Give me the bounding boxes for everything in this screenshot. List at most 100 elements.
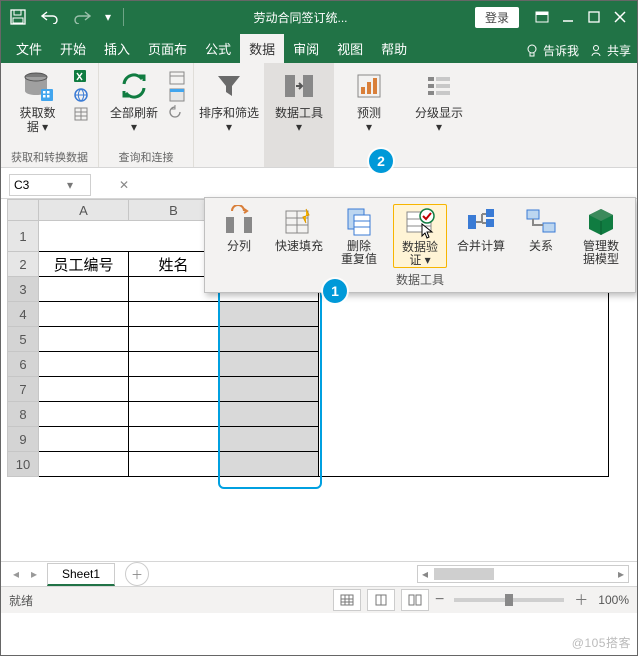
data-tools-flyout: 分列 快速填充 删除 重复值 数据验 证 ▾ [204, 197, 636, 293]
view-normal-button[interactable] [333, 589, 361, 611]
callout-badge-1: 1 [323, 279, 347, 303]
cell-b10[interactable] [129, 452, 219, 477]
share-button[interactable]: 共享 [589, 42, 631, 59]
refresh-all-button[interactable]: 全部刷新 ▾ [105, 67, 163, 134]
cell-c4[interactable] [219, 302, 319, 327]
tab-file[interactable]: 文件 [7, 34, 51, 63]
forecast-label: 预测 ▾ [349, 106, 389, 134]
cell-a9[interactable] [39, 427, 129, 452]
data-validation-label: 数据验 证 ▾ [402, 241, 438, 267]
cell-b6[interactable] [129, 352, 219, 377]
ribbon-display-options-icon[interactable] [529, 4, 555, 30]
row-header-3[interactable]: 3 [8, 277, 39, 302]
flash-fill-button[interactable]: 快速填充 [273, 204, 325, 253]
horizontal-scrollbar[interactable]: ◂ ▸ [417, 565, 629, 583]
cell-c8[interactable] [219, 402, 319, 427]
cell-a2[interactable]: 员工编号 [39, 252, 129, 277]
remove-duplicates-button[interactable]: 删除 重复值 [333, 204, 385, 266]
cell-c9[interactable] [219, 427, 319, 452]
cell-a7[interactable] [39, 377, 129, 402]
cell-c6[interactable] [219, 352, 319, 377]
status-bar: 就绪 − ＋ 100% [1, 586, 637, 613]
zoom-out-button[interactable]: − [435, 594, 444, 606]
cell-a5[interactable] [39, 327, 129, 352]
save-icon[interactable] [5, 4, 31, 30]
sheet-nav-next[interactable]: ▸ [25, 567, 43, 581]
data-tools-button[interactable]: 数据工具 ▾ [270, 67, 328, 134]
zoom-in-button[interactable]: ＋ [574, 590, 588, 610]
maximize-button[interactable] [581, 4, 607, 30]
login-button[interactable]: 登录 [475, 7, 519, 28]
row-header-10[interactable]: 10 [8, 452, 39, 477]
cell-a6[interactable] [39, 352, 129, 377]
tab-home[interactable]: 开始 [51, 34, 95, 63]
view-page-layout-button[interactable] [367, 589, 395, 611]
sheet-tab-1[interactable]: Sheet1 [47, 563, 115, 586]
row-header-5[interactable]: 5 [8, 327, 39, 352]
tab-page-layout[interactable]: 页面布 [139, 34, 196, 63]
row-header-6[interactable]: 6 [8, 352, 39, 377]
zoom-level[interactable]: 100% [598, 593, 629, 607]
forecast-icon [352, 69, 386, 103]
cell-b8[interactable] [129, 402, 219, 427]
col-header-a[interactable]: A [39, 200, 129, 221]
tell-me-search[interactable]: 告诉我 [525, 42, 579, 59]
tab-review[interactable]: 审阅 [284, 34, 328, 63]
cell-d3[interactable] [319, 277, 609, 477]
data-validation-button[interactable]: 数据验 证 ▾ [393, 204, 447, 268]
get-data-label: 获取数 据 ▾ [19, 106, 55, 134]
get-data-mini-icons[interactable] [73, 67, 91, 123]
tab-help[interactable]: 帮助 [372, 34, 416, 63]
tell-me-label: 告诉我 [543, 42, 579, 59]
cell-a8[interactable] [39, 402, 129, 427]
view-page-break-button[interactable] [401, 589, 429, 611]
cell-a3[interactable] [39, 277, 129, 302]
text-to-columns-button[interactable]: 分列 [213, 204, 265, 253]
row-header-8[interactable]: 8 [8, 402, 39, 427]
close-button[interactable] [607, 4, 633, 30]
tab-view[interactable]: 视图 [328, 34, 372, 63]
redo-icon[interactable] [69, 4, 95, 30]
undo-icon[interactable] [37, 4, 63, 30]
consolidate-button[interactable]: 合并计算 [455, 204, 507, 253]
cancel-icon[interactable]: ✕ [111, 178, 137, 192]
name-box-dropdown-icon[interactable]: ▾ [50, 178, 90, 192]
forecast-button[interactable]: 预测 ▾ [340, 67, 398, 134]
minimize-button[interactable] [555, 4, 581, 30]
cell-b5[interactable] [129, 327, 219, 352]
row-header-9[interactable]: 9 [8, 427, 39, 452]
sheet-nav-prev[interactable]: ◂ [7, 567, 25, 581]
formula-bar-row: C3 ▾ ✕ [1, 168, 637, 199]
cell-c10[interactable] [219, 452, 319, 477]
qat-dropdown-icon[interactable]: ▾ [101, 4, 115, 30]
tab-insert[interactable]: 插入 [95, 34, 139, 63]
tab-data[interactable]: 数据 [240, 34, 284, 63]
refresh-mini-icons[interactable] [169, 67, 187, 123]
row-header-1[interactable]: 1 [8, 221, 39, 252]
get-data-button[interactable]: 获取数 据 ▾ [9, 67, 67, 134]
sort-filter-button[interactable]: 排序和筛选 ▾ [200, 67, 258, 134]
cell-a4[interactable] [39, 302, 129, 327]
refresh-all-label: 全部刷新 ▾ [110, 106, 158, 134]
cell-b9[interactable] [129, 427, 219, 452]
text-to-columns-label: 分列 [227, 240, 251, 253]
cell-a10[interactable] [39, 452, 129, 477]
select-all-corner[interactable] [8, 200, 39, 221]
name-box[interactable]: C3 ▾ [9, 174, 91, 196]
scrollbar-thumb[interactable] [434, 568, 494, 580]
ribbon: 获取数 据 ▾ 获取和转换数据 全部刷新 ▾ [1, 63, 637, 168]
tab-formulas[interactable]: 公式 [196, 34, 240, 63]
cell-b4[interactable] [129, 302, 219, 327]
row-header-2[interactable]: 2 [8, 252, 39, 277]
cell-c5[interactable] [219, 327, 319, 352]
status-ready: 就绪 [9, 592, 33, 609]
row-header-7[interactable]: 7 [8, 377, 39, 402]
data-model-button[interactable]: 管理数 据模型 [575, 204, 627, 266]
zoom-slider[interactable] [454, 598, 564, 602]
relationships-button[interactable]: 关系 [515, 204, 567, 253]
add-sheet-button[interactable]: ＋ [125, 562, 149, 586]
cell-c7[interactable] [219, 377, 319, 402]
row-header-4[interactable]: 4 [8, 302, 39, 327]
outline-button[interactable]: 分级显示 ▾ [410, 67, 468, 134]
cell-b7[interactable] [129, 377, 219, 402]
